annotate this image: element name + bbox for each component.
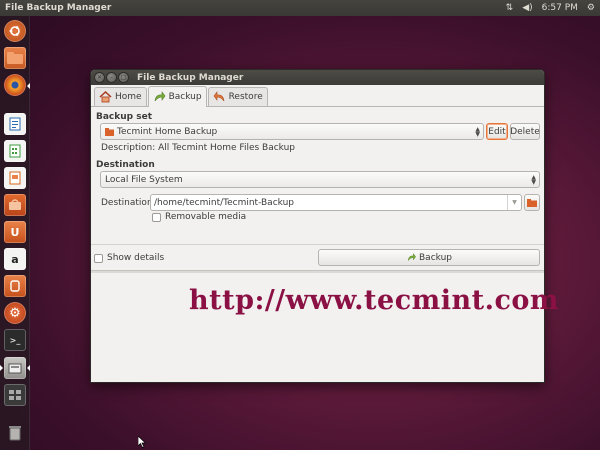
files-icon[interactable] (4, 47, 26, 69)
backup-set-value: Tecmint Home Backup (117, 126, 218, 137)
gear-icon[interactable]: ⚙ (587, 3, 595, 13)
chevron-down-icon[interactable]: ▼ (507, 195, 521, 210)
details-pane-divider[interactable] (91, 270, 544, 273)
maximize-icon[interactable]: □ (119, 73, 128, 82)
delete-button[interactable]: Delete (510, 123, 540, 140)
show-details-checkbox[interactable] (94, 254, 103, 263)
destination-type-value: Local File System (105, 174, 183, 185)
file-backup-icon[interactable] (4, 357, 26, 379)
top-panel: File Backup Manager ⇅ ◀) 6:57 PM ⚙ (0, 0, 600, 16)
firefox-icon[interactable] (4, 74, 26, 96)
network-icon[interactable]: ⇅ (506, 3, 514, 13)
destination-heading: Destination (96, 160, 155, 170)
backup-set-description: Description: All Tecmint Home Files Back… (101, 143, 296, 153)
mouse-pointer-icon (138, 436, 146, 448)
restore-arrow-icon (213, 91, 224, 102)
clock[interactable]: 6:57 PM (542, 3, 578, 13)
impress-icon[interactable] (4, 167, 26, 189)
tab-backup[interactable]: Backup (147, 86, 207, 107)
backup-arrow-icon (407, 253, 416, 261)
system-settings-icon[interactable]: ⚙ (4, 302, 26, 324)
separator (91, 244, 544, 245)
home-icon (99, 91, 112, 103)
backup-button-label: Backup (419, 252, 452, 263)
edit-button[interactable]: Edit (486, 123, 508, 140)
dash-home-icon[interactable] (4, 20, 26, 42)
minimize-icon[interactable]: – (107, 73, 116, 82)
tab-home[interactable]: Home (94, 87, 147, 106)
removable-media-label: Removable media (165, 212, 247, 222)
watermark-text: http://www.tecmint.com (189, 285, 559, 316)
updown-arrows-icon: ▲ ▼ (531, 173, 536, 186)
browse-folder-button[interactable] (524, 194, 540, 211)
launcher: U a ⚙ >_ (0, 16, 30, 450)
volume-icon[interactable]: ◀) (522, 3, 532, 13)
tab-restore[interactable]: Restore (207, 87, 268, 106)
calc-icon[interactable] (4, 140, 26, 162)
destination-field-label: Destination: (101, 198, 156, 208)
backup-button[interactable]: Backup (318, 249, 540, 266)
tab-backup-label: Backup (168, 92, 202, 102)
folder-icon (105, 127, 114, 136)
file-backup-window: ✕ – □ File Backup Manager Home Backup Re… (91, 70, 544, 382)
removable-media-checkbox[interactable] (152, 213, 161, 222)
ubuntu-one-icon[interactable]: U (4, 221, 26, 243)
window-titlebar[interactable]: ✕ – □ File Backup Manager (91, 70, 544, 85)
show-details-label: Show details (107, 253, 165, 263)
close-icon[interactable]: ✕ (95, 73, 104, 82)
backup-set-combo[interactable]: Tecmint Home Backup ▲ ▼ (100, 123, 484, 140)
tab-restore-label: Restore (228, 92, 263, 102)
writer-icon[interactable] (4, 113, 26, 135)
workspace-switcher-icon[interactable] (4, 384, 26, 406)
open-folder-icon (527, 198, 537, 207)
destination-type-combo[interactable]: Local File System ▲ ▼ (100, 171, 540, 188)
window-title: File Backup Manager (137, 72, 244, 83)
destination-path-value: /home/tecmint/Tecmint-Backup (154, 197, 294, 208)
terminal-icon[interactable]: >_ (4, 329, 26, 351)
updown-arrows-icon: ▲ ▼ (475, 125, 480, 138)
tab-bar: Home Backup Restore (91, 85, 544, 107)
software-center-icon[interactable] (4, 194, 26, 216)
amazon-icon[interactable]: a (4, 248, 26, 270)
backup-arrow-icon (154, 91, 165, 102)
backup-set-heading: Backup set (96, 112, 152, 122)
destination-path-entry[interactable]: /home/tecmint/Tecmint-Backup ▼ (150, 194, 522, 211)
trash-icon[interactable] (4, 422, 26, 444)
active-app-title: File Backup Manager (5, 3, 112, 13)
ubuntu-one-music-icon[interactable] (4, 275, 26, 297)
tab-home-label: Home (115, 92, 142, 102)
